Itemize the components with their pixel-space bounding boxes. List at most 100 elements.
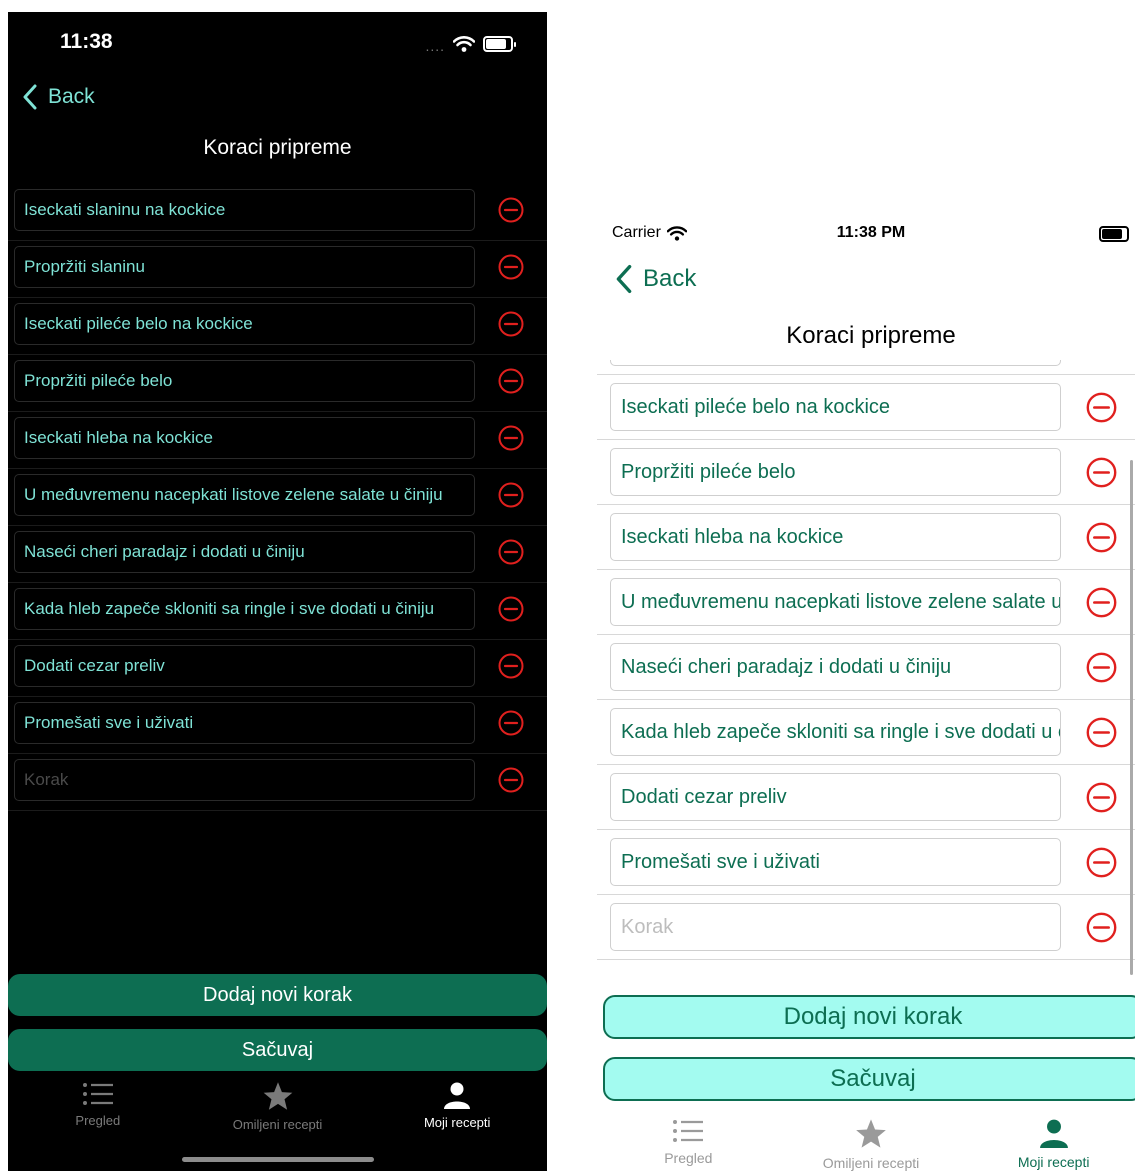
delete-step-button[interactable]: [1086, 717, 1117, 748]
delete-step-button[interactable]: [498, 710, 524, 736]
steps-list: Iseckati slaninu na kockice Propržiti sla…: [8, 184, 547, 811]
delete-step-button[interactable]: [1086, 912, 1117, 943]
delete-step-button[interactable]: [1086, 782, 1117, 813]
minus-circle-icon: [1086, 847, 1117, 878]
step-row: Promešati sve i uživati: [597, 830, 1135, 895]
minus-circle-icon: [1086, 717, 1117, 748]
delete-step-button[interactable]: [498, 767, 524, 793]
step-input[interactable]: Kada hleb zapeče skloniti sa ringle i sv…: [610, 708, 1061, 756]
delete-step-button[interactable]: [1086, 522, 1117, 553]
delete-step-button[interactable]: [498, 482, 524, 508]
tab-label-omiljeni-recepti: Omiljeni recepti: [232, 1117, 323, 1132]
step-input[interactable]: U međuvremenu nacepkati listove zelene s…: [610, 578, 1061, 626]
step-input[interactable]: Dodati cezar preliv: [14, 645, 475, 687]
status-time: 11:38: [60, 30, 113, 53]
back-button[interactable]: Back: [22, 84, 95, 110]
delete-step-button[interactable]: [1086, 457, 1117, 488]
step-input[interactable]: Propržiti slaninu: [610, 360, 1061, 366]
tab-bar: Pregled Omiljeni recepti Moji recepti: [597, 1112, 1135, 1171]
step-row: Iseckati slaninu na kockice: [8, 184, 547, 241]
delete-step-button[interactable]: [498, 197, 524, 223]
step-row: Dodati cezar preliv: [8, 640, 547, 697]
minus-circle-icon: [498, 197, 524, 223]
minus-circle-icon: [1086, 522, 1117, 553]
step-row: Kada hleb zapeče skloniti sa ringle i sv…: [597, 700, 1135, 765]
delete-step-button[interactable]: [498, 425, 524, 451]
save-button[interactable]: Sačuvaj: [8, 1029, 547, 1071]
step-input[interactable]: Propržiti pileće belo: [14, 360, 475, 402]
tab-moji-recepti[interactable]: Moji recepti: [367, 1077, 547, 1171]
delete-step-button[interactable]: [1086, 392, 1117, 423]
steps-scroll-area[interactable]: Propržiti slaninu Iseckati pileće belo na…: [597, 360, 1135, 985]
delete-step-button[interactable]: [498, 254, 524, 280]
step-input[interactable]: Iseckati pileće belo na kockice: [14, 303, 475, 345]
delete-step-button[interactable]: [498, 368, 524, 394]
page-title: Koraci pripreme: [203, 136, 352, 159]
minus-circle-icon: [498, 539, 524, 565]
delete-step-button[interactable]: [498, 539, 524, 565]
delete-step-button[interactable]: [498, 311, 524, 337]
tab-label-omiljeni-recepti: Omiljeni recepti: [822, 1155, 920, 1171]
page-title: Koraci pripreme: [786, 322, 956, 349]
step-input[interactable]: Naseći cheri paradajz i dodati u činiju: [610, 643, 1061, 691]
back-button[interactable]: Back: [615, 264, 696, 294]
delete-step-button[interactable]: [498, 596, 524, 622]
minus-circle-icon: [498, 482, 524, 508]
delete-step-button[interactable]: [1086, 652, 1117, 683]
minus-circle-icon: [498, 425, 524, 451]
step-input[interactable]: Promešati sve i uživati: [610, 838, 1061, 886]
new-step-input[interactable]: Korak: [14, 759, 475, 801]
dark-phone-screen: 11:38 .... Back Koraci pripreme Iseckati…: [8, 12, 547, 1171]
step-row-new: Korak: [597, 895, 1135, 960]
tab-label-moji-recepti: Moji recepti: [1017, 1154, 1090, 1170]
step-input[interactable]: Propržiti slaninu: [14, 246, 475, 288]
step-input[interactable]: Promešati sve i uživati: [14, 702, 475, 744]
step-row: Propržiti pileće belo: [8, 355, 547, 412]
status-time: 11:38 PM: [836, 224, 906, 241]
step-row: Iseckati pileće belo na kockice: [8, 298, 547, 355]
add-step-button[interactable]: Dodaj novi korak: [8, 974, 547, 1016]
person-icon: [1039, 1119, 1068, 1148]
save-button[interactable]: Sačuvaj: [603, 1057, 1135, 1101]
delete-step-button[interactable]: [1086, 847, 1117, 878]
minus-circle-icon: [498, 596, 524, 622]
delete-step-button[interactable]: [1086, 587, 1117, 618]
steps-list: Propržiti slaninu Iseckati pileće belo na…: [597, 360, 1135, 960]
step-row: Naseći cheri paradajz i dodati u činiju: [597, 635, 1135, 700]
battery-icon: [1099, 226, 1129, 242]
step-row: Iseckati hleba na kockice: [597, 505, 1135, 570]
minus-circle-icon: [1086, 587, 1117, 618]
tab-omiljeni-recepti[interactable]: Omiljeni recepti: [780, 1112, 963, 1171]
step-row-new: Korak: [8, 754, 547, 811]
scrollbar[interactable]: [1130, 460, 1133, 975]
step-input[interactable]: Dodati cezar preliv: [610, 773, 1061, 821]
step-input[interactable]: Naseći cheri paradajz i dodati u činiju: [14, 531, 475, 573]
chevron-left-icon: [23, 84, 37, 110]
add-step-button[interactable]: Dodaj novi korak: [603, 995, 1135, 1039]
status-icons: ....: [425, 34, 516, 54]
step-row: Propržiti slaninu: [597, 360, 1135, 375]
step-input[interactable]: Iseckati hleba na kockice: [14, 417, 475, 459]
step-input[interactable]: Kada hleb zapeče skloniti sa ringle i sv…: [14, 588, 475, 630]
tab-pregled[interactable]: Pregled: [8, 1077, 188, 1171]
step-row: Promešati sve i uživati: [8, 697, 547, 754]
chevron-left-icon: [616, 264, 632, 294]
step-input[interactable]: Iseckati slaninu na kockice: [14, 189, 475, 231]
star-icon: [856, 1119, 886, 1148]
person-icon: [444, 1082, 471, 1109]
step-input[interactable]: Iseckati hleba na kockice: [610, 513, 1061, 561]
minus-circle-icon: [498, 653, 524, 679]
minus-circle-icon: [498, 311, 524, 337]
tab-pregled[interactable]: Pregled: [597, 1112, 780, 1171]
step-row: Propržiti slaninu: [8, 241, 547, 298]
delete-step-button[interactable]: [498, 653, 524, 679]
tab-label-pregled: Pregled: [664, 1150, 713, 1166]
step-input[interactable]: Propržiti pileće belo: [610, 448, 1061, 496]
step-row: U međuvremenu nacepkati listove zelene s…: [597, 570, 1135, 635]
step-input[interactable]: Iseckati pileće belo na kockice: [610, 383, 1061, 431]
list-icon: [82, 1083, 113, 1105]
tab-moji-recepti[interactable]: Moji recepti: [962, 1112, 1135, 1171]
new-step-input[interactable]: Korak: [610, 903, 1061, 951]
step-input[interactable]: U međuvremenu nacepkati listove zelene s…: [14, 474, 475, 516]
home-indicator: [182, 1157, 374, 1162]
